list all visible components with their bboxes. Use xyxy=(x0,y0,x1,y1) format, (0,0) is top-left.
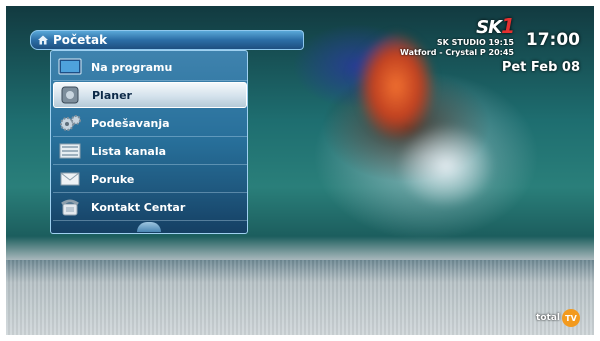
gears-icon xyxy=(57,113,83,133)
tv-screen-icon xyxy=(57,57,83,77)
menu-item-label: Poruke xyxy=(91,172,135,186)
next-program: Watford - Crystal P 20:45 xyxy=(400,48,514,57)
channel-list-icon xyxy=(57,141,83,161)
current-program: SK STUDIO 19:15 xyxy=(436,38,514,47)
menu-item-kontakt-centar[interactable]: Kontakt Centar xyxy=(53,194,247,221)
menu-item-label: Kontakt Centar xyxy=(91,200,186,214)
channel-logo: SK1 xyxy=(400,14,515,38)
menu-header[interactable]: Početak xyxy=(30,30,304,50)
planner-phone-icon xyxy=(58,85,84,105)
menu-item-label: Lista kanala xyxy=(91,144,167,158)
menu-item-podesavanja[interactable]: Podešavanja xyxy=(53,110,247,137)
brand-logo: total TV xyxy=(536,309,580,327)
channel-logo-text: SK xyxy=(476,17,502,38)
scroll-down-indicator[interactable] xyxy=(137,222,161,232)
menu-item-lista-kanala[interactable]: Lista kanala xyxy=(53,138,247,165)
menu-item-planer[interactable]: Planer xyxy=(53,82,247,108)
menu-item-label: Podešavanja xyxy=(91,116,170,130)
home-icon xyxy=(38,35,48,45)
brand-badge: TV xyxy=(562,309,580,327)
menu-item-na-programu[interactable]: Na programu xyxy=(53,54,247,81)
tv-screen: Početak Na programu Planer Podešavanja L… xyxy=(6,6,594,335)
menu-title: Početak xyxy=(53,33,108,47)
channel-logo-number: 1 xyxy=(501,14,515,38)
menu-item-label: Planer xyxy=(92,88,132,102)
channel-info: SK1 SK STUDIO 19:15 Watford - Crystal P … xyxy=(400,14,515,58)
clock-date: Pet Feb 08 xyxy=(501,60,580,75)
clock-time: 17:00 xyxy=(525,30,580,50)
menu-item-label: Na programu xyxy=(91,60,173,74)
brand-text: total xyxy=(536,313,560,323)
main-menu-panel: Na programu Planer Podešavanja Lista kan… xyxy=(50,50,248,234)
envelope-icon xyxy=(57,169,83,189)
menu-item-poruke[interactable]: Poruke xyxy=(53,166,247,193)
telephone-icon xyxy=(57,197,83,217)
background-floor xyxy=(6,260,594,335)
